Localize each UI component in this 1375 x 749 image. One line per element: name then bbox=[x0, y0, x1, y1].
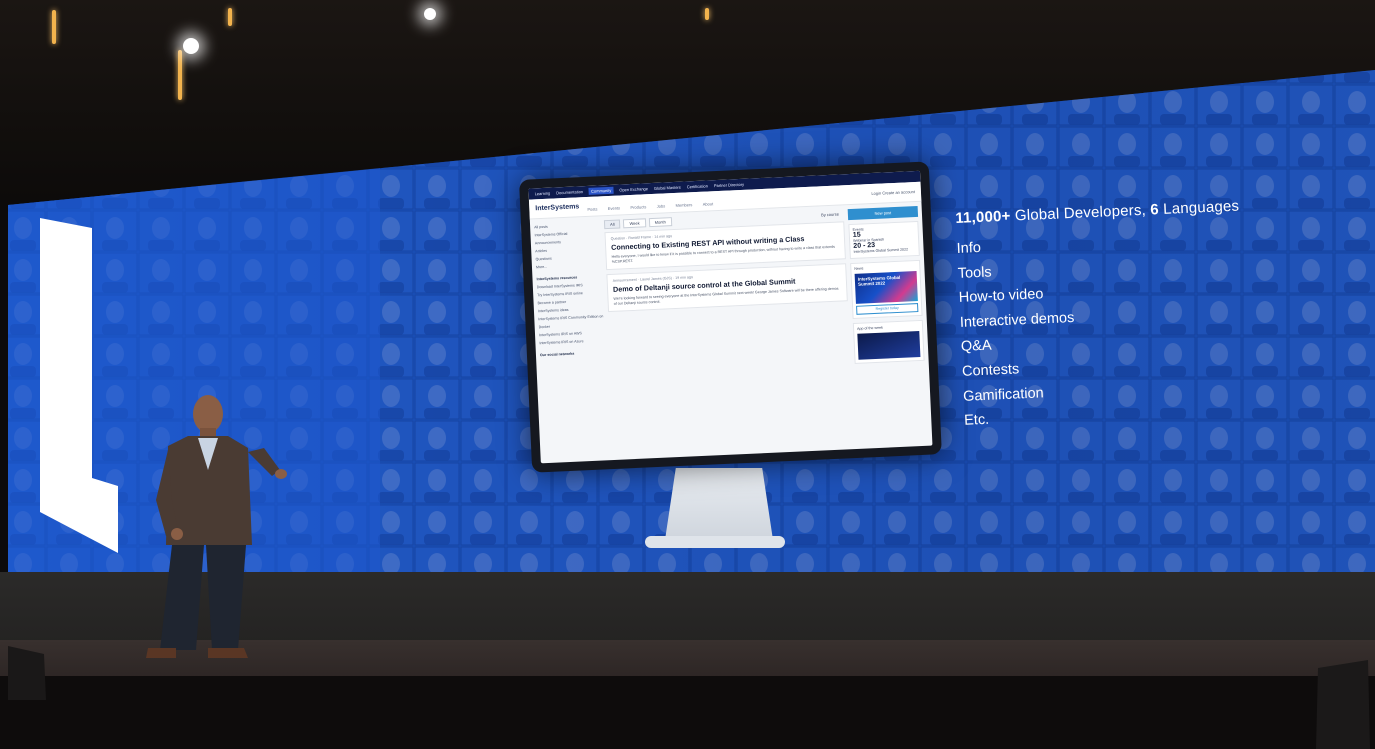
sidebar-section-title: Our social networks bbox=[539, 351, 575, 358]
headline-text: Languages bbox=[1158, 197, 1240, 219]
feed-post: Question · Ronald Frame · 14 min ago Con… bbox=[604, 221, 846, 271]
monitor: Learning Documentation Community Open Ex… bbox=[519, 161, 942, 473]
new-post-button: New post bbox=[847, 205, 919, 221]
community-sidebar: All posts InterSystems Official Announce… bbox=[534, 220, 607, 382]
nav-item: Jobs bbox=[656, 202, 666, 209]
nav-item: Members bbox=[675, 201, 693, 208]
topnav-item-active: Community bbox=[588, 186, 614, 195]
community-logo: InterSystems bbox=[535, 203, 580, 213]
app-of-week-image bbox=[857, 330, 921, 360]
login-links: Login Create an account bbox=[871, 189, 916, 197]
post-time: 19 min ago bbox=[675, 275, 694, 281]
topnav-item: Global Masters bbox=[653, 184, 681, 191]
news-box: News InterSystems Global Summit 2022 Reg… bbox=[850, 259, 923, 320]
post-author: Ronald Frame bbox=[628, 235, 652, 241]
post-type: Announcement bbox=[612, 277, 637, 283]
sidebar-item: More... bbox=[535, 264, 548, 270]
nav-item: Products bbox=[630, 203, 647, 210]
monitor-stand bbox=[665, 468, 773, 540]
app-of-week-box: App of the week bbox=[852, 319, 925, 364]
summit-banner: InterSystems Global Summit 2022 bbox=[854, 271, 918, 304]
sidebar-resource: InterSystems IRIS on Azure bbox=[539, 339, 584, 346]
nav-item: Posts bbox=[587, 205, 598, 212]
stage-edge bbox=[0, 676, 1375, 749]
monitor-stand-base bbox=[645, 536, 785, 548]
post-type: Question bbox=[610, 236, 626, 241]
topnav-item: Learning bbox=[534, 190, 551, 197]
tab-week: Week bbox=[623, 218, 646, 229]
tab-all: All bbox=[603, 219, 621, 230]
community-feed: All Week Month By course Question · Rona… bbox=[603, 209, 851, 379]
monitor-screen: Learning Documentation Community Open Ex… bbox=[528, 170, 933, 464]
topnav-item: Certification bbox=[686, 183, 709, 190]
nav-item: Events bbox=[607, 204, 621, 211]
topnav-item: Documentation bbox=[556, 189, 584, 196]
events-title: Events bbox=[852, 227, 864, 232]
by-course-filter: By course bbox=[820, 211, 839, 218]
topnav-item: Open Exchange bbox=[619, 186, 649, 193]
community-body: All posts InterSystems Official Announce… bbox=[530, 202, 929, 387]
nav-item: About bbox=[702, 200, 714, 207]
stage-front-panel bbox=[0, 572, 1375, 644]
feed-post: Announcement · Laurel James (GJS) · 19 m… bbox=[606, 263, 848, 313]
feature-list: 11,000+ Global Developers, 6 Languages I… bbox=[955, 194, 1324, 433]
events-box: Events 15 Webinar in Spanish 20 - 23 Int… bbox=[848, 220, 920, 260]
topnav-item: Partner Directory bbox=[713, 181, 745, 189]
tab-month: Month bbox=[648, 217, 672, 228]
developer-count: 11,000+ bbox=[955, 207, 1011, 227]
register-button: Register today bbox=[856, 303, 919, 315]
post-time: 14 min ago bbox=[654, 234, 673, 239]
post-author: Laurel James (GJS) bbox=[639, 276, 673, 282]
community-aside: New post Events 15 Webinar in Spanish 20… bbox=[847, 205, 925, 368]
